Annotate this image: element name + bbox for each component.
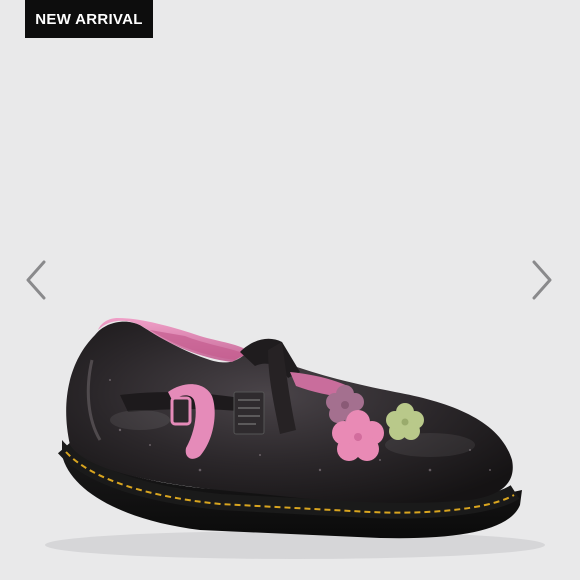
previous-image-button[interactable]	[14, 256, 58, 304]
product-image-viewer: NEW ARRIVAL	[0, 0, 580, 580]
next-image-button[interactable]	[520, 256, 564, 304]
product-image	[45, 318, 545, 559]
chevron-right-icon	[532, 260, 552, 300]
new-arrival-badge: NEW ARRIVAL	[25, 0, 153, 38]
badge-label: NEW ARRIVAL	[35, 10, 143, 28]
chevron-left-icon	[26, 260, 46, 300]
